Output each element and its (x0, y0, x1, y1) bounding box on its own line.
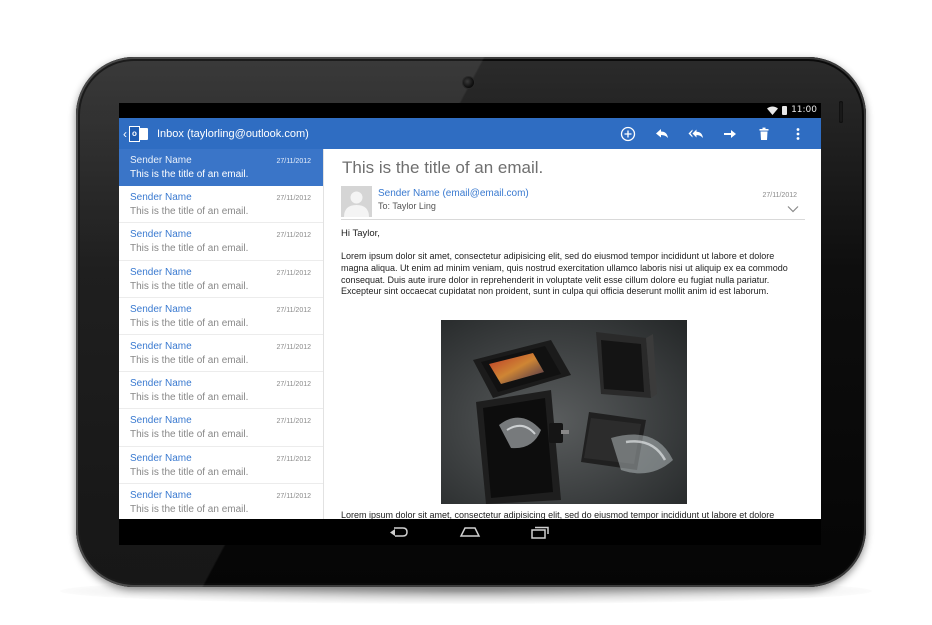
list-item[interactable]: Sender Name 27/11/2012 This is the title… (119, 298, 323, 335)
status-bar: 11:00 (119, 103, 821, 118)
app-home-button[interactable]: ‹ o Inbox (taylorling@outlook.com) (119, 118, 309, 149)
reply-button[interactable] (645, 118, 679, 149)
inbox-title: Inbox (taylorling@outlook.com) (157, 127, 309, 140)
list-item[interactable]: Sender Name 27/11/2012 This is the title… (119, 447, 323, 484)
list-item-subject: This is the title of an email. (130, 354, 249, 366)
list-item[interactable]: Sender Name 27/11/2012 This is the title… (119, 261, 323, 298)
list-item-subject: This is the title of an email. (130, 429, 249, 441)
email-attachment-image[interactable] (441, 320, 687, 504)
reading-pane: This is the title of an email. Sender Na… (324, 149, 821, 519)
outlook-logo-icon: o (129, 125, 149, 142)
home-icon (459, 527, 481, 537)
list-item-sender: Sender Name (130, 489, 192, 501)
list-item-subject: This is the title of an email. (130, 206, 249, 218)
system-nav-bar (119, 519, 821, 545)
email-paragraph: Lorem ipsum dolor sit amet, consectetur … (341, 251, 788, 297)
nav-home-button[interactable] (458, 523, 482, 541)
list-item-subject: This is the title of an email. (130, 503, 249, 515)
list-item-sender: Sender Name (130, 378, 192, 390)
email-list: Sender Name 27/11/2012 This is the title… (119, 149, 324, 519)
delete-button[interactable] (747, 118, 781, 149)
list-item-subject: This is the title of an email. (130, 280, 249, 292)
nav-back-button[interactable] (387, 523, 411, 541)
list-item-date: 27/11/2012 (276, 158, 311, 165)
list-item-sender: Sender Name (130, 266, 192, 278)
email-date: 27/11/2012 (762, 192, 797, 199)
list-item[interactable]: Sender Name 27/11/2012 This is the title… (119, 149, 323, 187)
list-item-subject: This is the title of an email. (130, 169, 249, 180)
list-item-date: 27/11/2012 (276, 195, 311, 203)
list-item-subject: This is the title of an email. (130, 466, 249, 478)
list-item[interactable]: Sender Name 27/11/2012 This is the title… (119, 223, 323, 261)
list-item-sender: Sender Name (130, 303, 192, 315)
list-item-sender: Sender Name (130, 452, 192, 464)
side-speaker (839, 101, 843, 123)
recipient-line: To: Taylor Ling (378, 201, 436, 211)
list-item-date: 27/11/2012 (276, 232, 311, 240)
trash-icon (759, 127, 769, 140)
reply-all-button[interactable] (679, 118, 713, 149)
list-item-sender: Sender Name (130, 340, 192, 352)
list-item-subject: This is the title of an email. (130, 243, 249, 255)
list-item[interactable]: Sender Name 27/11/2012 This is the title… (119, 335, 323, 373)
list-item-subject: This is the title of an email. (130, 317, 249, 329)
tablet-screen: 11:00 ‹ o Inbox (taylorling@outlook.com) (119, 103, 821, 545)
back-arrow-icon (390, 527, 408, 537)
plus-circle-icon (620, 126, 636, 141)
recent-apps-icon (531, 526, 549, 539)
wifi-icon (767, 106, 779, 115)
battery-icon (782, 105, 788, 115)
more-vertical-icon (796, 127, 800, 140)
action-bar: ‹ o Inbox (taylorling@outlook.com) (119, 118, 821, 149)
person-placeholder-icon (341, 186, 372, 217)
list-item[interactable]: Sender Name 27/11/2012 This is the title… (119, 186, 323, 224)
reply-icon (656, 128, 668, 138)
logo-letter: o (129, 125, 140, 142)
list-item-date: 27/11/2012 (276, 418, 311, 426)
list-item[interactable]: Sender Name 27/11/2012 This is the title… (119, 372, 323, 410)
forward-icon (724, 129, 736, 138)
action-buttons (611, 118, 821, 149)
list-item-subject: This is the title of an email. (130, 392, 249, 404)
list-item-date: 27/11/2012 (276, 492, 311, 500)
overflow-menu-button[interactable] (781, 118, 815, 149)
email-greeting: Hi Taylor, (341, 228, 380, 239)
list-item-date: 27/11/2012 (276, 269, 311, 277)
sender-address-link[interactable]: Sender Name (email@email.com) (378, 188, 529, 199)
forward-button[interactable] (713, 118, 747, 149)
new-email-button[interactable] (611, 118, 645, 149)
front-camera (463, 77, 474, 88)
list-item-date: 27/11/2012 (276, 306, 311, 314)
list-item-date: 27/11/2012 (276, 455, 311, 463)
chevron-left-icon: ‹ (123, 126, 127, 141)
tablet-device: 11:00 ‹ o Inbox (taylorling@outlook.com) (76, 57, 866, 587)
list-item-sender: Sender Name (130, 229, 192, 241)
list-item[interactable]: Sender Name 27/11/2012 This is the title… (119, 484, 323, 519)
status-clock: 11:00 (791, 105, 817, 115)
phone-box-photo (441, 320, 687, 504)
email-header: Sender Name (email@email.com) To: Taylor… (341, 186, 805, 220)
email-title: This is the title of an email. (342, 158, 544, 177)
list-item-date: 27/11/2012 (276, 343, 311, 351)
chevron-down-icon[interactable] (787, 205, 799, 213)
list-item-sender: Sender Name (130, 192, 192, 204)
avatar (341, 186, 372, 217)
email-paragraph: Lorem ipsum dolor sit amet, consectetur … (341, 510, 775, 519)
list-item-sender: Sender Name (130, 155, 192, 166)
reply-all-icon (688, 129, 703, 138)
list-item-sender: Sender Name (130, 415, 192, 427)
list-item-date: 27/11/2012 (276, 381, 311, 389)
list-item[interactable]: Sender Name 27/11/2012 This is the title… (119, 409, 323, 447)
nav-recents-button[interactable] (528, 523, 552, 541)
